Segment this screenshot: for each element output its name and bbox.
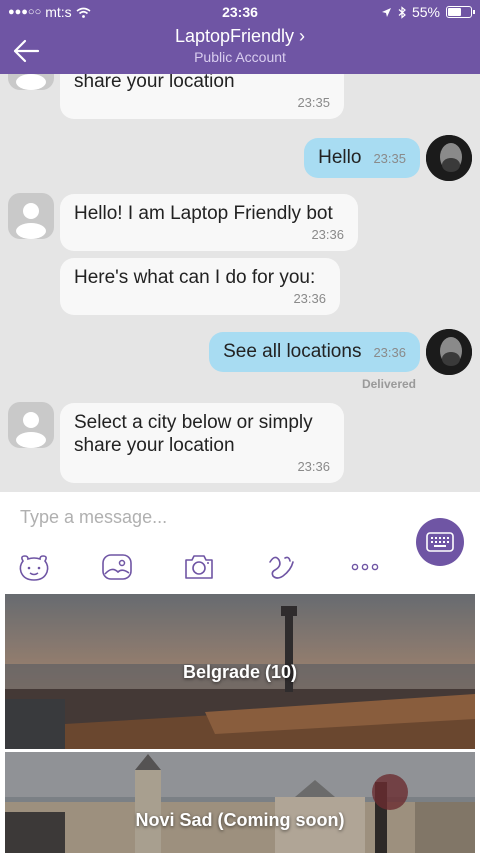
bot-avatar[interactable] [8,402,54,448]
delivery-status: Delivered [361,377,416,391]
message-bubble[interactable]: See all locations 23:36 [209,332,420,372]
chat-title[interactable]: LaptopFriendly › Public Account [0,26,480,65]
account-type: Public Account [194,49,286,65]
keyboard-button-label: Novi Sad (Coming soon) [135,810,345,830]
message-bubble[interactable]: Hello! I am Laptop Friendly bot 23:36 [60,194,358,251]
message-time: 23:36 [297,459,330,474]
bot-avatar[interactable] [8,193,54,239]
message-bubble[interactable]: share your location 23:35 [60,74,344,119]
message-time: 23:35 [373,151,406,166]
message-time: 23:35 [297,95,330,110]
novi-sad-photo [5,752,475,853]
keyboard-icon [426,532,454,552]
battery-icon [446,6,475,18]
keyboard-button-belgrade[interactable]: Belgrade (10) [5,594,475,749]
camera-button[interactable] [182,552,216,582]
message-time: 23:36 [311,227,344,242]
message-time: 23:36 [373,345,406,360]
gallery-icon [102,554,132,580]
status-right-group: 55% [381,4,475,20]
composer [0,492,480,592]
camera-icon [185,555,213,579]
message-bubble[interactable]: Hello 23:35 [304,138,420,178]
bot-keyboard: Belgrade (10) Novi Sad (Coming soon) [0,592,480,853]
message-time: 23:36 [293,291,326,306]
message-text: share your location [74,74,235,92]
sticker-icon [19,555,49,581]
message-input[interactable] [20,504,400,530]
account-name: LaptopFriendly [174,26,295,46]
default-avatar-icon [16,74,46,90]
chevron-right-icon: › [299,26,306,46]
message-bubble[interactable]: Select a city below or simply share your… [60,403,344,483]
message-text: Hello! I am Laptop Friendly bot [74,203,333,224]
bluetooth-icon [398,5,406,19]
message-bubble[interactable]: Here's what can I do for you: 23:36 [60,258,340,315]
page-title: LaptopFriendly › [0,26,480,47]
bot-avatar[interactable] [8,74,54,90]
chat-area[interactable]: share your location 23:35 Hello 23:35 He… [0,74,480,492]
user-photo-icon [426,329,472,375]
doodle-button[interactable] [265,552,299,582]
message-text: Hello [318,147,362,168]
more-button[interactable] [348,552,382,582]
message-text: Here's what can I do for you: [74,267,316,288]
header: ●●●○○ mt:s 23:36 55% LaptopFriendly › Pu… [0,0,480,74]
more-icon [351,563,379,571]
status-bar: ●●●○○ mt:s 23:36 55% [0,0,480,24]
user-avatar[interactable] [426,135,472,181]
user-avatar[interactable] [426,329,472,375]
gallery-button[interactable] [100,552,134,582]
keyboard-toggle-button[interactable] [416,518,464,566]
keyboard-button-novi-sad[interactable]: Novi Sad (Coming soon) [5,752,475,853]
doodle-icon [269,556,294,579]
keyboard-button-label: Belgrade (10) [182,662,298,682]
default-avatar-icon [16,203,46,239]
message-text: Select a city below or simply share your… [74,412,313,456]
user-photo-icon [426,135,472,181]
battery-percent: 55% [411,4,440,20]
message-text: See all locations [223,341,362,362]
sticker-button[interactable] [17,552,51,582]
default-avatar-icon [16,412,46,448]
location-arrow-icon [381,7,391,17]
